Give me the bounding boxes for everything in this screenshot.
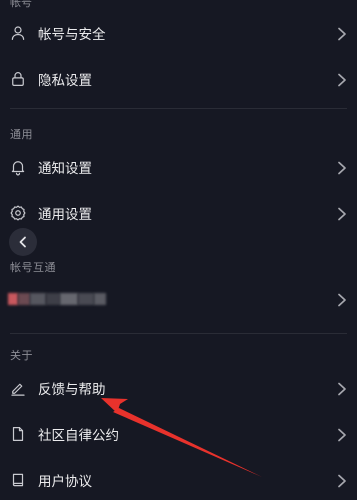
divider xyxy=(10,108,347,109)
settings-item-notifications[interactable]: 通知设置 xyxy=(0,147,357,187)
chevron-right-icon xyxy=(337,292,347,307)
chevron-right-icon xyxy=(337,473,347,488)
settings-item-label: 社区自律公约 xyxy=(38,428,119,444)
settings-item-label: 通知设置 xyxy=(38,161,92,177)
section-header-about: 关于 xyxy=(10,349,33,362)
user-icon xyxy=(9,24,27,42)
divider xyxy=(10,333,347,334)
chevron-right-icon xyxy=(337,427,347,442)
chevron-right-icon xyxy=(337,26,347,41)
pen-icon xyxy=(9,379,27,397)
chevron-left-icon xyxy=(17,236,29,248)
gear-icon xyxy=(9,204,27,222)
settings-item-privacy[interactable]: 隐私设置 xyxy=(0,59,357,99)
settings-item-label: 帐号与安全 xyxy=(38,27,106,43)
lock-icon xyxy=(9,70,27,88)
settings-item-feedback-help[interactable]: 反馈与帮助 xyxy=(0,368,357,408)
chevron-right-icon xyxy=(337,72,347,87)
section-header-general: 通用 xyxy=(10,128,33,141)
document-icon xyxy=(9,425,27,443)
settings-item-community-rules[interactable]: 社区自律公约 xyxy=(0,414,357,454)
settings-item-general[interactable]: 通用设置 xyxy=(0,193,357,233)
settings-item-label: 通用设置 xyxy=(38,207,92,223)
chevron-right-icon xyxy=(337,381,347,396)
settings-item-label: 用户协议 xyxy=(38,474,92,490)
section-header-account: 帐号 xyxy=(10,0,32,9)
linked-account-row[interactable] xyxy=(0,279,357,319)
back-button[interactable] xyxy=(9,228,37,256)
settings-item-label: 反馈与帮助 xyxy=(38,382,106,398)
settings-item-account-security[interactable]: 帐号与安全 xyxy=(0,13,357,53)
settings-item-user-agreement[interactable]: 用户协议 xyxy=(0,460,357,500)
blurred-account-info xyxy=(8,289,106,309)
chevron-right-icon xyxy=(337,160,347,175)
chevron-right-icon xyxy=(337,206,347,221)
settings-screen: 帐号 帐号与安全 隐私设置 通用 通知设置 通用设置 帐号互通 关于 反馈与帮助… xyxy=(0,0,357,500)
section-header-account-interop: 帐号互通 xyxy=(10,261,56,274)
book-icon xyxy=(9,471,27,489)
bell-icon xyxy=(9,158,27,176)
settings-item-label: 隐私设置 xyxy=(38,73,92,89)
